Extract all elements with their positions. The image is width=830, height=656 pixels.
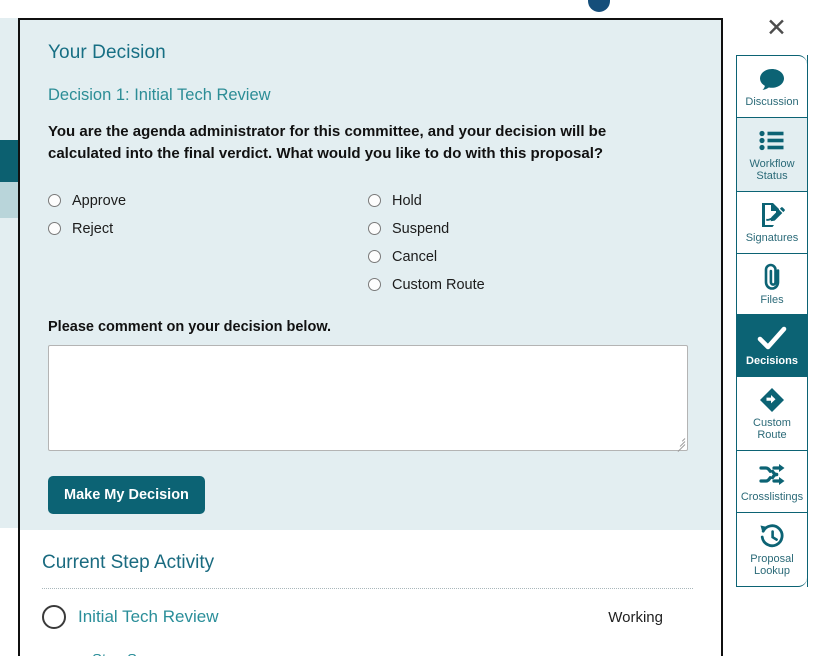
rail-tab-workflow-status[interactable]: Workflow Status (737, 117, 807, 192)
divider (42, 588, 693, 589)
radio-label: Approve (72, 192, 127, 209)
radio-option-approve[interactable]: Approve (48, 187, 368, 215)
rail-tab-proposal-lookup[interactable]: Proposal Lookup (737, 512, 807, 588)
radio-label: Custom Route (392, 276, 485, 293)
paperclip-icon (740, 263, 804, 291)
shuffle-icon (740, 460, 804, 488)
radio-circle-icon[interactable] (368, 222, 381, 235)
radio-circle-icon[interactable] (368, 278, 381, 291)
rail-tab-decisions[interactable]: Decisions (737, 315, 807, 377)
decision-modal: Your Decision Decision 1: Initial Tech R… (18, 18, 723, 656)
comment-textarea-wrapper (48, 344, 688, 452)
background-left-accent-block (0, 140, 18, 182)
rail-tab-label: Discussion (745, 96, 799, 108)
rail-tab-files[interactable]: Files (737, 253, 807, 316)
decision-subtitle: Decision 1: Initial Tech Review (48, 86, 271, 104)
rail-tab-discussion[interactable]: Discussion (737, 55, 807, 118)
panel-title: Your Decision (48, 42, 166, 63)
radio-label: Reject (72, 220, 114, 237)
radio-option-custom-route[interactable]: Custom Route (368, 271, 485, 299)
rail-tab-label: Signatures (745, 231, 799, 244)
step-name-link[interactable]: Initial Tech Review (78, 607, 218, 627)
current-step-activity-section: Current Step Activity Initial Tech Revie… (20, 530, 721, 656)
route-diamond-icon (740, 386, 804, 414)
signature-icon (740, 201, 804, 229)
rail-tab-label: Crosslistings (740, 491, 804, 504)
radio-circle-icon[interactable] (368, 250, 381, 263)
activity-step-left: Initial Tech Review (42, 605, 218, 629)
radio-option-suspend[interactable]: Suspend (368, 215, 485, 243)
radio-circle-icon[interactable] (48, 222, 61, 235)
close-button-wrapper: ✕ (723, 0, 830, 55)
rail-tab-label: Proposal Lookup (750, 552, 794, 578)
your-decision-panel: Your Decision Decision 1: Initial Tech R… (20, 20, 721, 530)
rail-tab-signatures[interactable]: Signatures (737, 191, 807, 254)
rail-tab-label: Files (760, 293, 784, 306)
radio-label: Cancel (392, 248, 438, 265)
activity-step-row: Initial Tech Review Working (42, 605, 693, 629)
radio-option-reject[interactable]: Reject (48, 215, 368, 243)
background-left-accent-block-secondary (0, 182, 18, 218)
decision-options-group: Approve Reject Hold Suspend Cancel Custo… (48, 187, 693, 299)
rail-tab-crosslistings[interactable]: Crosslistings (737, 451, 807, 513)
current-step-activity-title: Current Step Activity (42, 552, 215, 573)
make-my-decision-button[interactable]: Make My Decision (48, 475, 205, 514)
comment-textarea[interactable] (49, 345, 687, 450)
checkmark-icon (740, 324, 804, 352)
step-summary-link[interactable]: Step Summary (92, 651, 693, 656)
close-icon[interactable]: ✕ (766, 15, 787, 40)
radio-option-cancel[interactable]: Cancel (368, 243, 485, 271)
radio-circle-icon[interactable] (48, 194, 61, 207)
rail-tab-custom-route[interactable]: Custom Route (737, 376, 807, 452)
radio-label: Suspend (392, 220, 450, 237)
comment-label: Please comment on your decision below. (48, 318, 332, 335)
right-rail: ✕ Discussion Workflow Status Signatures … (723, 0, 830, 656)
rail-tab-label: Workflow Status (749, 157, 795, 183)
rail-tab-label: Custom Route (753, 416, 791, 442)
decision-options-right-column: Hold Suspend Cancel Custom Route (368, 187, 485, 299)
screen: 🔍 ▾ Your Decision Decision 1: Initial Te… (0, 0, 830, 656)
list-icon (740, 127, 804, 155)
decision-prompt: You are the agenda administrator for thi… (48, 123, 607, 162)
chat-bubble-icon (740, 65, 804, 93)
step-status-text: Working (608, 608, 663, 626)
rail-tab-label: Decisions (746, 355, 798, 368)
step-status-circle-icon (42, 605, 66, 629)
rail-tab-list: Discussion Workflow Status Signatures Fi… (736, 55, 808, 588)
radio-option-hold[interactable]: Hold (368, 187, 485, 215)
radio-label: Hold (392, 192, 422, 209)
radio-circle-icon[interactable] (368, 194, 381, 207)
toolbar-circle-icon-1[interactable] (588, 0, 610, 12)
decision-options-left-column: Approve Reject (48, 187, 368, 299)
history-clock-icon (740, 522, 804, 550)
